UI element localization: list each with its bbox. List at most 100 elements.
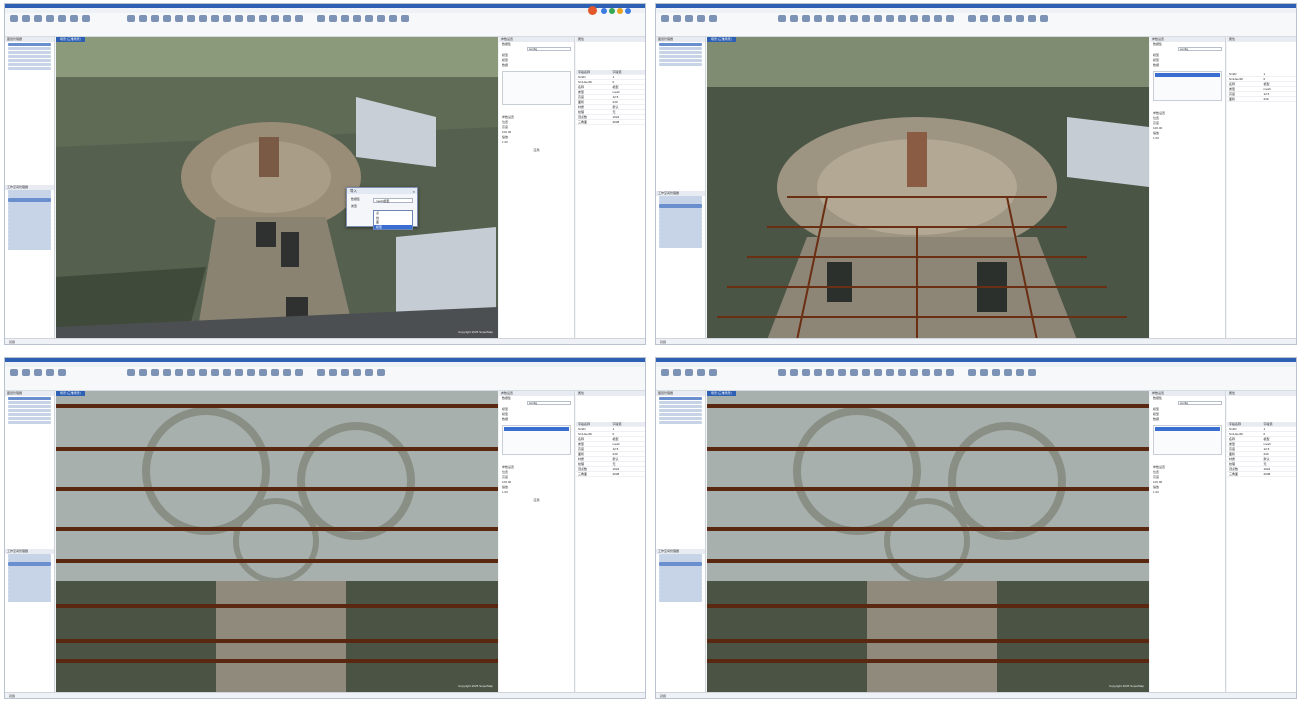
tree-item[interactable] bbox=[659, 224, 702, 228]
ribbon-button[interactable] bbox=[32, 15, 43, 29]
ribbon-button[interactable] bbox=[788, 369, 799, 383]
tree-item[interactable] bbox=[8, 400, 51, 404]
ribbon-button[interactable] bbox=[233, 15, 244, 29]
ribbon-button[interactable] bbox=[257, 369, 268, 383]
field-value[interactable]: 无 bbox=[1262, 462, 1297, 466]
ribbon-button[interactable] bbox=[990, 15, 1001, 29]
tree-item[interactable] bbox=[8, 412, 51, 416]
tree-item[interactable] bbox=[659, 240, 702, 244]
ribbon-button[interactable] bbox=[221, 15, 232, 29]
close-icon[interactable]: × bbox=[413, 189, 415, 194]
tree-item[interactable] bbox=[8, 218, 51, 222]
ribbon-button[interactable] bbox=[149, 369, 160, 383]
list-item-selected[interactable] bbox=[1155, 427, 1220, 431]
ribbon-button[interactable] bbox=[1026, 369, 1037, 383]
apply-button[interactable]: 应用 bbox=[499, 498, 574, 503]
ribbon-button[interactable] bbox=[884, 15, 895, 29]
tree-item[interactable] bbox=[8, 570, 51, 574]
dataset-input[interactable]: config bbox=[527, 401, 571, 405]
scene-viewport[interactable] bbox=[707, 37, 1149, 340]
ribbon-button[interactable] bbox=[848, 369, 859, 383]
tree-item[interactable] bbox=[8, 404, 51, 408]
tree-item[interactable] bbox=[8, 202, 51, 206]
ribbon-button[interactable] bbox=[281, 369, 292, 383]
tree-item[interactable] bbox=[8, 210, 51, 214]
ribbon-button[interactable] bbox=[293, 369, 304, 383]
field-value[interactable]: 1024 bbox=[611, 115, 646, 119]
tree-item[interactable] bbox=[8, 58, 51, 62]
field-value[interactable]: 默认 bbox=[1262, 457, 1297, 461]
tree-item[interactable] bbox=[8, 562, 51, 566]
tree-item[interactable] bbox=[8, 214, 51, 218]
ribbon-button[interactable] bbox=[707, 369, 718, 383]
ribbon-button[interactable] bbox=[375, 369, 386, 383]
ribbon-button[interactable] bbox=[399, 15, 410, 29]
ribbon-button[interactable] bbox=[671, 369, 682, 383]
table-row[interactable]: 三角面 2048 bbox=[1227, 472, 1296, 477]
tree-item[interactable] bbox=[659, 212, 702, 216]
field-value[interactable]: 2048 bbox=[611, 120, 646, 124]
tree-item[interactable] bbox=[659, 400, 702, 404]
ribbon-button[interactable] bbox=[327, 15, 338, 29]
type-dropdown-list[interactable]: 点 线 面 模型 bbox=[373, 210, 413, 230]
field-value[interactable]: 1 bbox=[611, 427, 646, 431]
tree-item[interactable] bbox=[659, 590, 702, 594]
tree-item[interactable] bbox=[8, 574, 51, 578]
ribbon-button[interactable] bbox=[932, 15, 943, 29]
ribbon-button[interactable] bbox=[351, 15, 362, 29]
ribbon-button[interactable] bbox=[978, 369, 989, 383]
quick-access-icon[interactable] bbox=[601, 8, 607, 14]
ribbon-button[interactable] bbox=[44, 15, 55, 29]
ribbon-button[interactable] bbox=[315, 15, 326, 29]
quick-access-icon[interactable] bbox=[609, 8, 615, 14]
ribbon-button[interactable] bbox=[872, 15, 883, 29]
ribbon-button[interactable] bbox=[137, 369, 148, 383]
field-value[interactable]: 默认 bbox=[611, 457, 646, 461]
tree-item[interactable] bbox=[8, 566, 51, 570]
field-value[interactable]: 12.5 bbox=[1262, 92, 1297, 96]
tree-item[interactable] bbox=[659, 204, 702, 208]
tree-item[interactable] bbox=[659, 420, 702, 424]
tree-item[interactable] bbox=[8, 206, 51, 210]
tree-item[interactable] bbox=[8, 238, 51, 242]
field-value[interactable]: 0 bbox=[1262, 77, 1297, 81]
tree-item[interactable] bbox=[659, 62, 702, 66]
ribbon-button[interactable] bbox=[860, 369, 871, 383]
ribbon-button[interactable] bbox=[776, 15, 787, 29]
tree-item[interactable] bbox=[659, 236, 702, 240]
tree-item[interactable] bbox=[8, 582, 51, 586]
list-box[interactable] bbox=[1153, 425, 1222, 455]
field-value[interactable]: mesh bbox=[1262, 87, 1297, 91]
ribbon-button[interactable] bbox=[932, 369, 943, 383]
ribbon-button[interactable] bbox=[209, 15, 220, 29]
field-value[interactable]: 无 bbox=[611, 462, 646, 466]
ribbon-button[interactable] bbox=[683, 369, 694, 383]
tree-item[interactable] bbox=[8, 586, 51, 590]
ribbon-button[interactable] bbox=[68, 15, 79, 29]
tree-item[interactable] bbox=[659, 208, 702, 212]
list-item-selected[interactable] bbox=[1155, 73, 1220, 77]
quick-access-icon[interactable] bbox=[617, 8, 623, 14]
field-value[interactable]: 12.5 bbox=[611, 447, 646, 451]
scale-value[interactable]: 1.00 bbox=[1150, 490, 1225, 495]
ribbon-button[interactable] bbox=[125, 369, 136, 383]
ribbon-button[interactable] bbox=[293, 15, 304, 29]
field-value[interactable]: 2048 bbox=[1262, 472, 1297, 476]
tree-item[interactable] bbox=[8, 420, 51, 424]
tree-item[interactable] bbox=[659, 196, 702, 200]
field-value[interactable]: 240 bbox=[611, 100, 646, 104]
field-value[interactable]: 1 bbox=[611, 75, 646, 79]
ribbon-button[interactable] bbox=[363, 369, 374, 383]
scale-value[interactable]: 1.00 bbox=[1150, 136, 1225, 141]
field-value[interactable]: 2048 bbox=[611, 472, 646, 476]
ribbon-button[interactable] bbox=[1014, 15, 1025, 29]
ribbon-button[interactable] bbox=[659, 369, 670, 383]
field-value[interactable]: 12.5 bbox=[611, 95, 646, 99]
tree-item[interactable] bbox=[659, 232, 702, 236]
ribbon-button[interactable] bbox=[695, 369, 706, 383]
tree-item[interactable] bbox=[8, 54, 51, 58]
ribbon-button[interactable] bbox=[824, 15, 835, 29]
ribbon-button[interactable] bbox=[20, 369, 31, 383]
tree-item[interactable] bbox=[659, 570, 702, 574]
tree-item[interactable] bbox=[659, 574, 702, 578]
